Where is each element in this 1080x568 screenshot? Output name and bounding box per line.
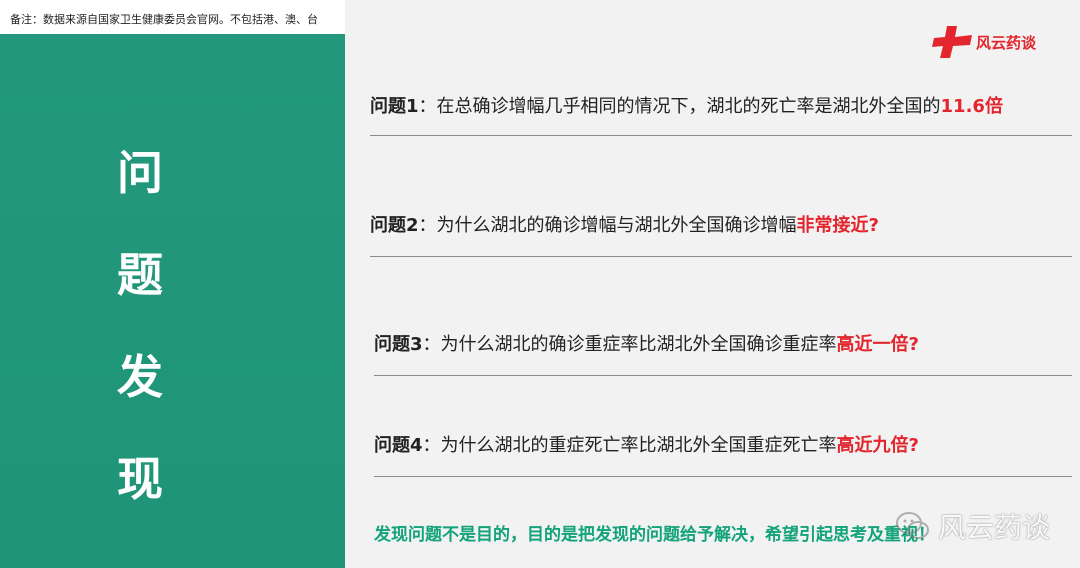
question-text: ：为什么湖北的重症死亡率比湖北外全国重症死亡率 [422, 435, 837, 456]
content-panel [345, 0, 1080, 568]
divider [370, 256, 1072, 257]
title-char: 题 [117, 248, 163, 302]
question-highlight: 11.6倍 [940, 96, 1003, 117]
question-highlight: 高近九倍? [836, 435, 919, 456]
question-highlight: 高近一倍? [836, 334, 919, 355]
question-4: 问题4：为什么湖北的重症死亡率比湖北外全国重症死亡率高近九倍? [374, 431, 919, 457]
question-highlight: 非常接近? [796, 215, 879, 236]
question-label: 问题4 [374, 435, 423, 456]
vertical-title: 问 题 发 现 [90, 122, 190, 530]
title-char: 问 [117, 146, 163, 200]
question-label: 问题2 [370, 215, 419, 236]
title-char: 现 [117, 452, 163, 506]
watermark: 风云药谈 [896, 506, 1050, 546]
question-2: 问题2：为什么湖北的确诊增幅与湖北外全国确诊增幅非常接近? [370, 211, 879, 237]
question-text: ：为什么湖北的确诊增幅与湖北外全国确诊增幅 [418, 215, 797, 236]
question-label: 问题3 [374, 334, 423, 355]
source-note: 备注：数据来源自国家卫生健康委员会官网。不包括港、澳、台 [10, 13, 318, 26]
question-label: 问题1 [370, 96, 419, 117]
question-1: 问题1：在总确诊增幅几乎相同的情况下，湖北的死亡率是湖北外全国的11.6倍 [370, 92, 1003, 118]
wechat-icon [896, 512, 929, 539]
conclusion-text: 发现问题不是目的，目的是把发现的问题给予解决，希望引起思考及重视！ [374, 525, 935, 545]
divider [374, 476, 1072, 477]
brand-logo: 风云药谈 [930, 24, 1036, 60]
question-text: ：为什么湖北的确诊重症率比湖北外全国确诊重症率 [422, 334, 837, 355]
brand-name: 风云药谈 [976, 33, 1037, 52]
divider [374, 375, 1072, 376]
title-char: 发 [117, 350, 163, 404]
question-text: ：在总确诊增幅几乎相同的情况下，湖北的死亡率是湖北外全国的 [418, 96, 941, 117]
question-3: 问题3：为什么湖北的确诊重症率比湖北外全国确诊重症率高近一倍? [374, 330, 919, 356]
red-cross-logo-icon [932, 26, 972, 58]
watermark-text: 风云药谈 [938, 511, 1051, 544]
divider [370, 135, 1072, 136]
